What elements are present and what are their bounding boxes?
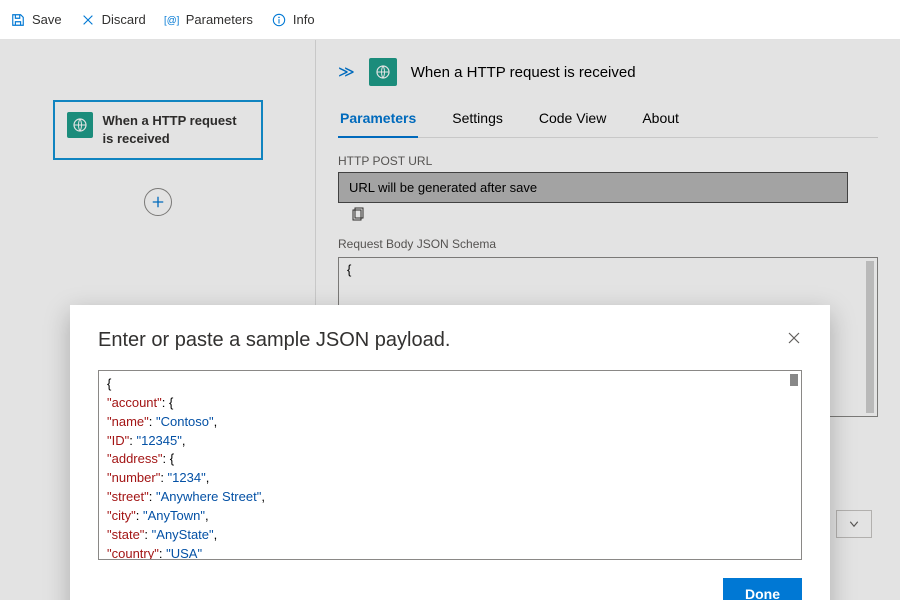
- parameters-icon: [@]: [164, 12, 180, 28]
- add-step-button[interactable]: [144, 188, 172, 216]
- trigger-card[interactable]: When a HTTP request is received: [53, 100, 263, 160]
- save-icon: [10, 12, 26, 28]
- tab-settings[interactable]: Settings: [450, 104, 505, 137]
- svg-text:[@]: [@]: [164, 15, 180, 26]
- tab-code-view[interactable]: Code View: [537, 104, 608, 137]
- expand-button[interactable]: [836, 510, 872, 538]
- info-label: Info: [293, 12, 315, 27]
- panel-title: When a HTTP request is received: [411, 64, 636, 81]
- http-post-url-label: HTTP POST URL: [338, 154, 878, 168]
- tab-about[interactable]: About: [640, 104, 681, 137]
- save-label: Save: [32, 12, 62, 27]
- collapse-icon[interactable]: ≫: [338, 62, 355, 82]
- dialog-title: Enter or paste a sample JSON payload.: [98, 329, 450, 352]
- save-button[interactable]: Save: [10, 12, 62, 28]
- discard-icon: [80, 12, 96, 28]
- toolbar: Save Discard [@] Parameters Info: [0, 0, 900, 40]
- parameters-label: Parameters: [186, 12, 253, 27]
- info-button[interactable]: Info: [271, 12, 315, 28]
- json-payload-textarea[interactable]: { "account": { "name": "Contoso", "ID": …: [98, 370, 802, 560]
- trigger-card-label: When a HTTP request is received: [103, 112, 249, 148]
- http-icon: [369, 58, 397, 86]
- info-icon: [271, 12, 287, 28]
- discard-button[interactable]: Discard: [80, 12, 146, 28]
- schema-label: Request Body JSON Schema: [338, 237, 878, 251]
- close-button[interactable]: [786, 330, 802, 351]
- discard-label: Discard: [102, 12, 146, 27]
- http-post-url-field: URL will be generated after save: [338, 172, 848, 203]
- sample-json-dialog: Enter or paste a sample JSON payload. { …: [70, 305, 830, 600]
- tab-parameters[interactable]: Parameters: [338, 104, 418, 138]
- parameters-button[interactable]: [@] Parameters: [164, 12, 253, 28]
- tab-strip: Parameters Settings Code View About: [338, 104, 878, 138]
- copy-url-button[interactable]: [346, 203, 370, 227]
- http-icon: [67, 112, 93, 138]
- done-button[interactable]: Done: [723, 578, 802, 600]
